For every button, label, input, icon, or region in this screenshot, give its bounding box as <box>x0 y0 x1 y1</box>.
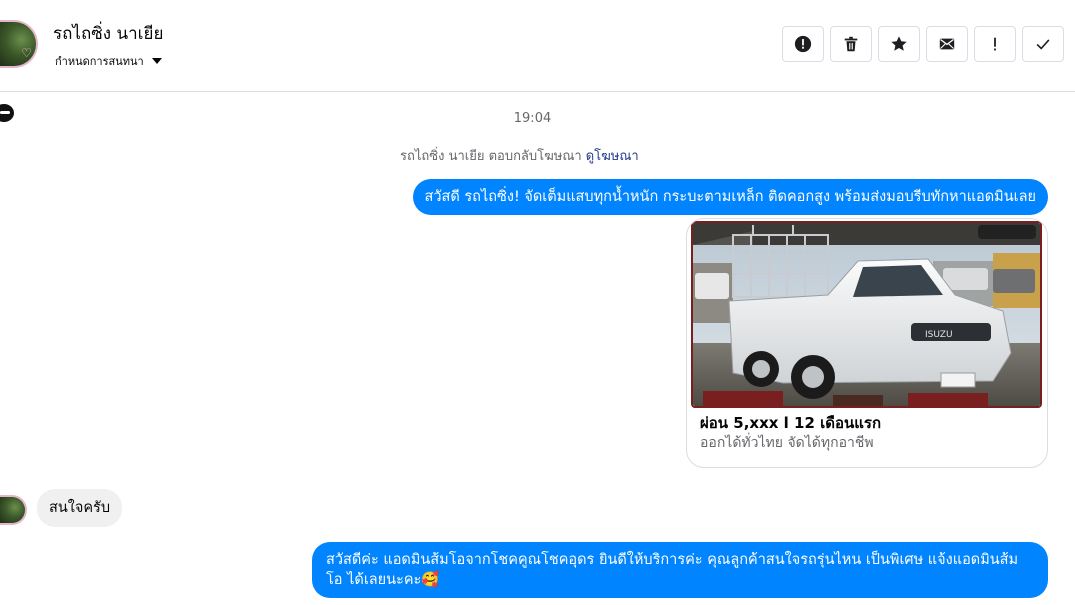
incoming-message[interactable]: สนใจครับ <box>37 489 123 527</box>
outgoing-message[interactable]: สวัสดี รถไถซิ่ง! จัดเต็มแสบทุกน้ำหนัก กร… <box>412 179 1048 215</box>
star-button[interactable] <box>878 26 920 62</box>
delete-button[interactable] <box>830 26 872 62</box>
mark-unread-button[interactable] <box>926 26 968 62</box>
mark-done-button[interactable] <box>1022 26 1064 62</box>
check-icon <box>1036 39 1050 50</box>
conversation-title[interactable]: รถไถซิ่ง นาเยีย <box>53 20 163 47</box>
conversation-settings-dropdown[interactable]: กำหนดการสนทนา <box>55 52 162 70</box>
trash-icon <box>844 36 858 52</box>
conversation-settings-label: กำหนดการสนทนา <box>55 55 144 68</box>
star-icon <box>891 36 907 51</box>
ad-reply-text: รถไถซิ่ง นาเยีย ตอบกลับโฆษณา <box>400 149 582 164</box>
caret-down-icon <box>151 58 162 64</box>
truck-photo: ISUZU <box>693 223 1040 406</box>
brand-text: ISUZU <box>925 330 953 340</box>
important-button[interactable] <box>974 26 1016 62</box>
user-avatar[interactable] <box>0 495 27 525</box>
report-button[interactable] <box>782 26 824 62</box>
ad-card[interactable]: ISUZU ผ่อน 5,xxx l 12 เดือนแรก ออกได้ทั่… <box>686 218 1048 468</box>
conversation-header: ♡ รถไถซิ่ง นาเยีย กำหนดการสนทนา <box>0 0 1075 92</box>
avatar[interactable]: ♡ <box>0 20 38 68</box>
mail-icon <box>939 38 955 50</box>
ad-card-subtitle: ออกได้ทั่วไทย จัดได้ทุกอาชีพ <box>700 435 874 451</box>
message-timestamp: 19:04 <box>513 111 552 126</box>
view-ad-link[interactable]: ดูโฆษณา <box>586 149 639 164</box>
report-icon <box>794 35 812 53</box>
important-icon <box>994 37 996 51</box>
ad-image[interactable]: ISUZU <box>691 221 1042 408</box>
outgoing-message[interactable]: สวัสดีค่ะ แอดมินส้มโอจากโชคคูณโชคอุดร ยิ… <box>312 542 1048 598</box>
heart-icon: ♡ <box>21 46 32 60</box>
toolbar <box>782 26 1064 62</box>
ad-reply-note: รถไถซิ่ง นาเยีย ตอบกลับโฆษณา ดูโฆษณา <box>400 145 639 166</box>
